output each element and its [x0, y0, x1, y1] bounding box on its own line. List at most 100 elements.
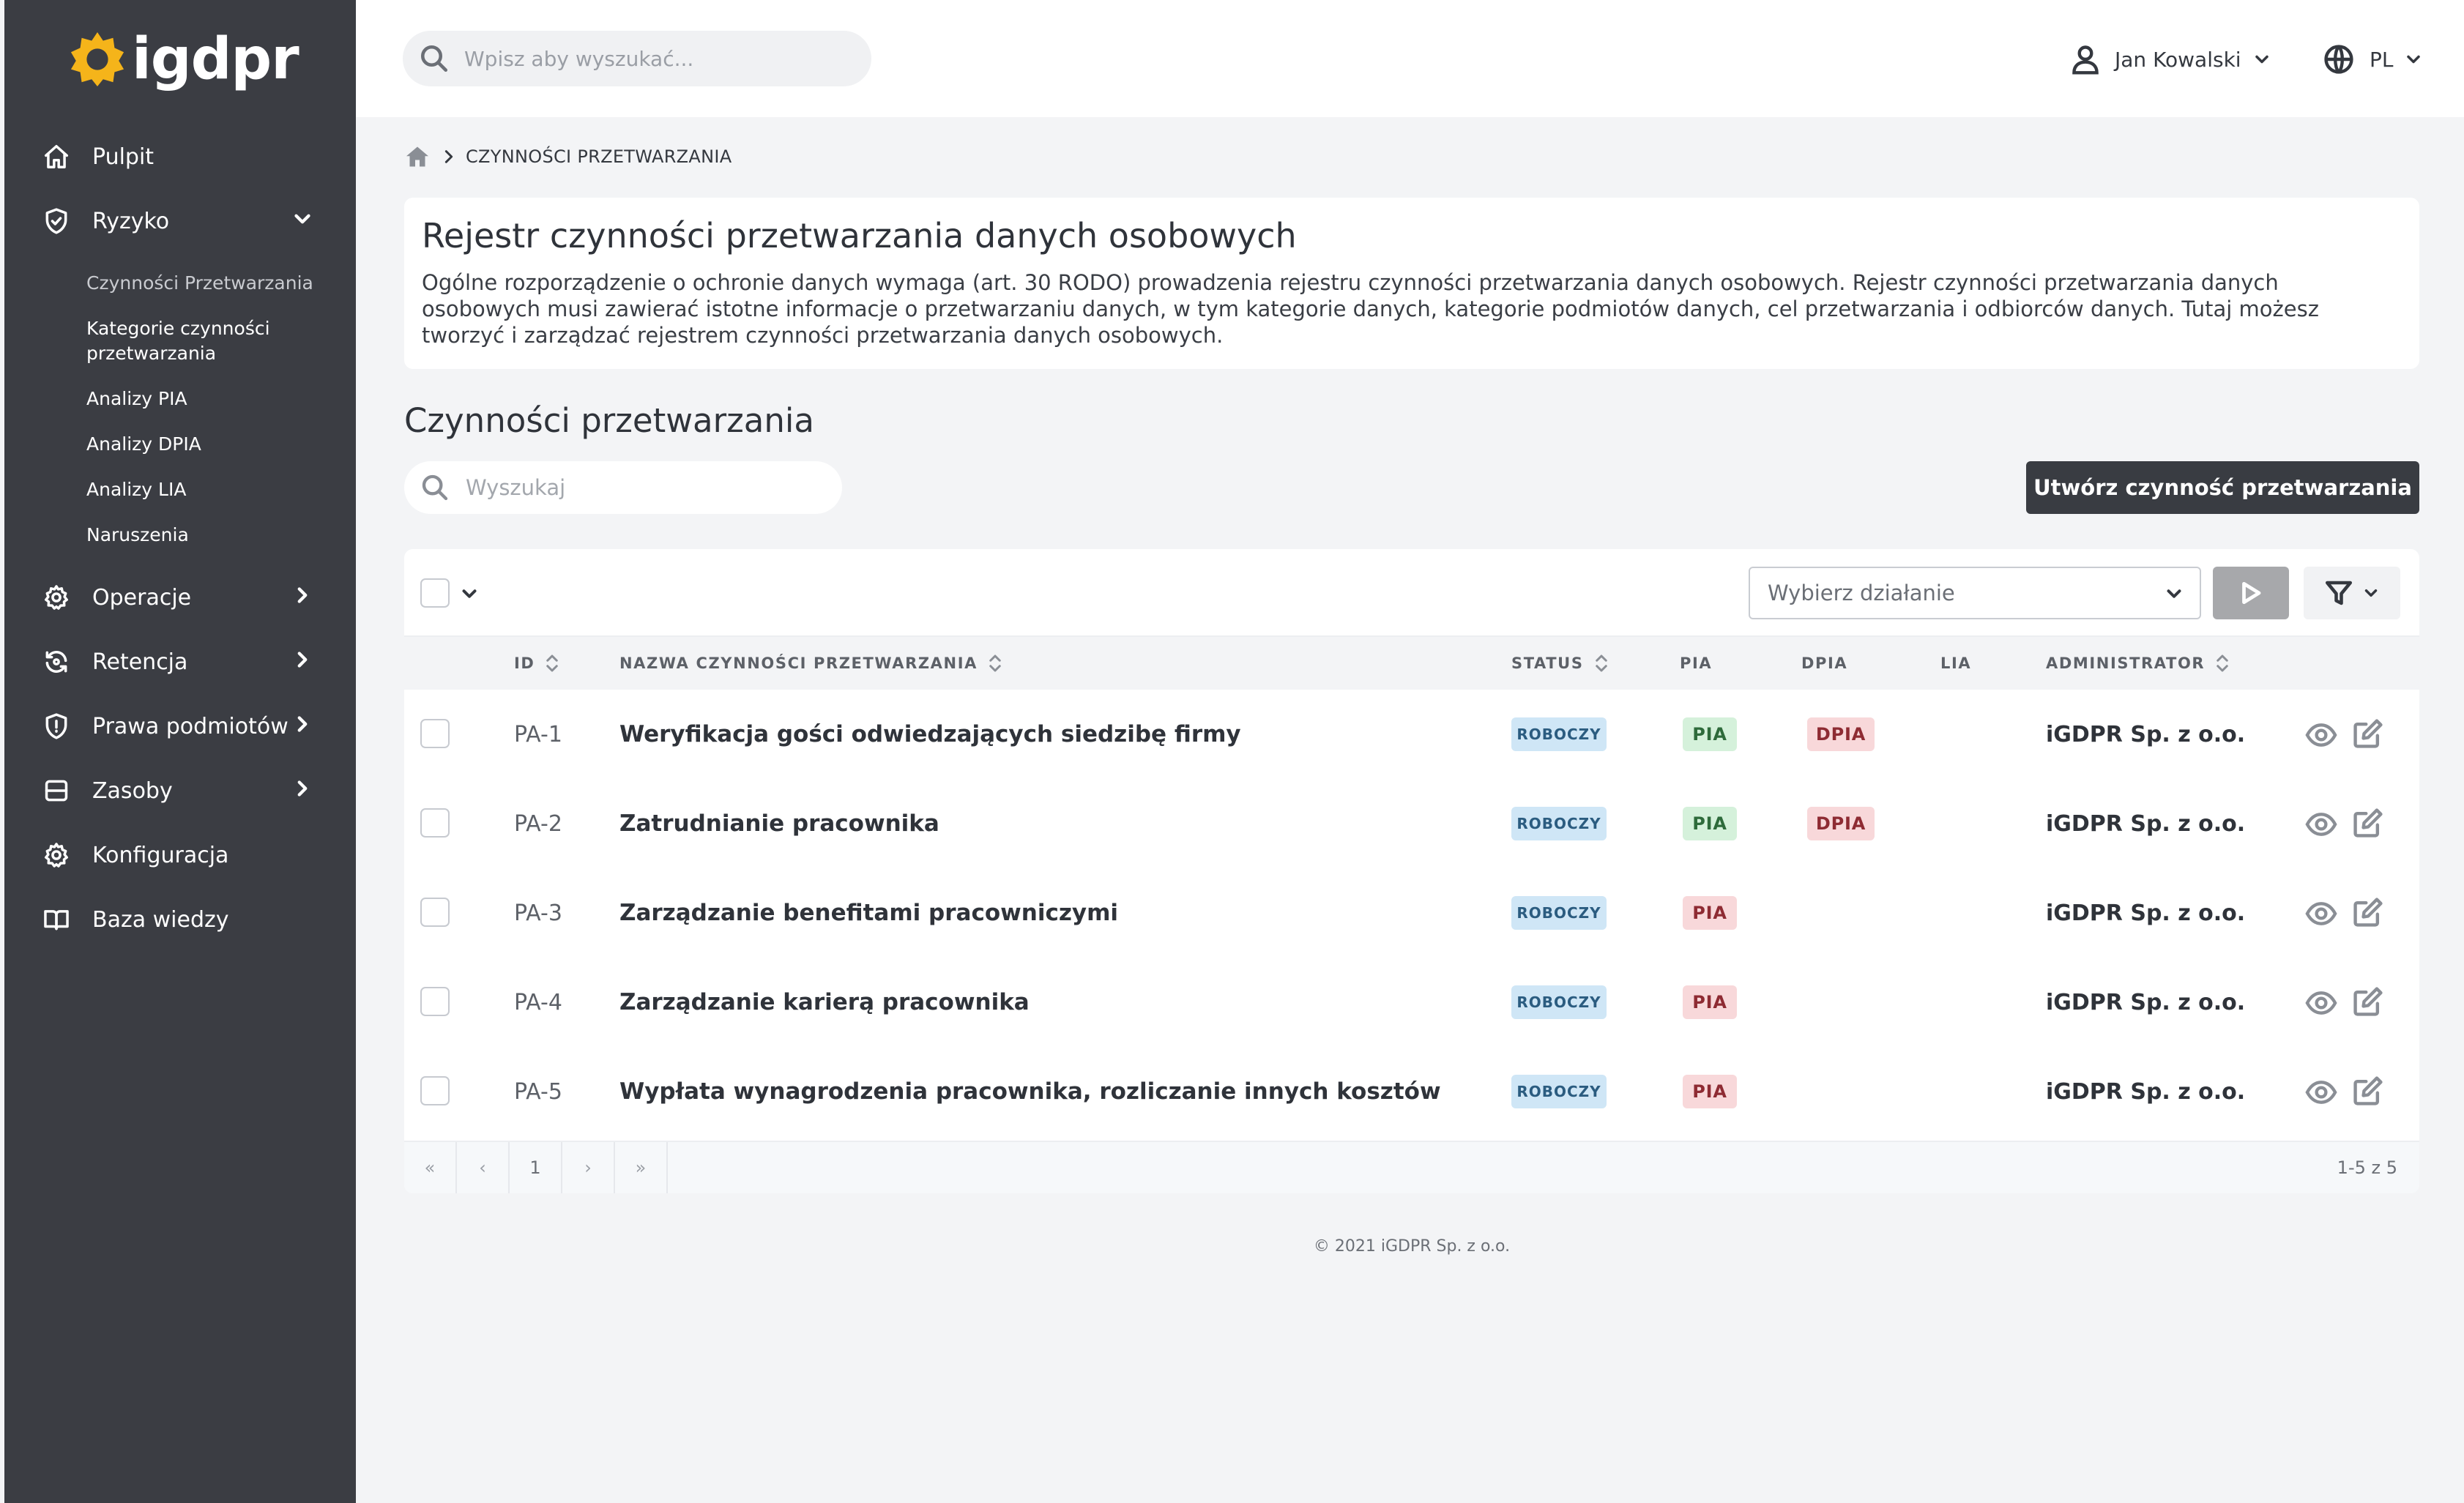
sidebar-item-zasoby[interactable]: Zasoby	[4, 758, 356, 823]
chevron-down-icon	[2407, 55, 2421, 64]
section-title: Czynności przetwarzania	[404, 401, 814, 440]
pagination-prev[interactable]: ‹	[457, 1142, 510, 1193]
chevron-right-icon[interactable]	[290, 583, 319, 612]
view-icon[interactable]	[2305, 988, 2337, 1018]
pia-badge[interactable]: PIA	[1683, 896, 1737, 930]
status-cell: ROBOCZY	[1511, 1047, 1607, 1136]
page-description: Ogólne rozporządzenie o ochronie danych …	[422, 270, 2319, 348]
user-icon	[2072, 45, 2099, 75]
chevron-down-icon[interactable]	[458, 583, 480, 605]
create-processing-activity-button[interactable]: Utwórz czynność przetwarzania	[2026, 461, 2419, 514]
pia-cell: PIA	[1683, 779, 1737, 868]
status-cell: ROBOCZY	[1511, 779, 1607, 868]
table-row[interactable]: PA-3 Zarządzanie benefitami pracowniczym…	[404, 868, 2419, 958]
column-header-administrator[interactable]: ADMINISTRATOR	[2046, 637, 2231, 690]
chevron-right-icon[interactable]	[290, 647, 319, 676]
chevron-down-icon[interactable]	[290, 206, 319, 236]
status-badge: ROBOCZY	[1511, 807, 1607, 840]
sidebar-subitem-naruszenia[interactable]: Naruszenia	[86, 512, 321, 558]
sidebar-item-prawa-podmiotow[interactable]: Prawa podmiotów	[4, 694, 356, 758]
sidebar-subitem-lia[interactable]: Analizy LIA	[86, 467, 321, 512]
pia-badge[interactable]: PIA	[1683, 717, 1737, 751]
column-header-id[interactable]: ID	[514, 637, 561, 690]
user-menu[interactable]: Jan Kowalski	[2069, 38, 2272, 81]
pia-cell: PIA	[1683, 1047, 1737, 1136]
sidebar-subitem-dpia[interactable]: Analizy DPIA	[86, 422, 321, 467]
pagination-page[interactable]: 1	[510, 1142, 562, 1193]
edit-icon[interactable]	[2352, 896, 2384, 928]
sidebar-item-baza-wiedzy[interactable]: Baza wiedzy	[4, 887, 356, 952]
user-name: Jan Kowalski	[2115, 47, 2241, 72]
sidebar-item-konfiguracja[interactable]: Konfiguracja	[4, 823, 356, 887]
row-name[interactable]: Zarządzanie karierą pracownika	[619, 958, 1030, 1047]
column-header-status[interactable]: STATUS	[1511, 637, 1610, 690]
chevron-right-icon[interactable]	[290, 712, 319, 741]
edit-icon[interactable]	[2352, 717, 2384, 750]
global-search-input[interactable]	[464, 46, 845, 71]
language-code: PL	[2370, 47, 2394, 72]
row-name[interactable]: Zatrudnianie pracownika	[619, 779, 939, 868]
row-name[interactable]: Weryfikacja gości odwiedzających siedzib…	[619, 690, 1241, 779]
filter-button[interactable]	[2304, 567, 2400, 619]
row-id: PA-4	[514, 989, 562, 1015]
row-name[interactable]: Zarządzanie benefitami pracowniczymi	[619, 868, 1118, 958]
sidebar-item-ryzyko[interactable]: Ryzyko	[4, 189, 356, 253]
row-checkbox[interactable]	[420, 987, 450, 1016]
view-icon[interactable]	[2305, 720, 2337, 750]
pia-badge[interactable]: PIA	[1683, 985, 1737, 1019]
pia-badge[interactable]: PIA	[1683, 1075, 1737, 1108]
pia-badge[interactable]: PIA	[1683, 807, 1737, 840]
row-checkbox[interactable]	[420, 1076, 450, 1105]
edit-icon[interactable]	[2352, 807, 2384, 839]
shield-icon	[41, 206, 72, 236]
home-icon	[41, 141, 72, 172]
sidebar-subnav-ryzyko: Czynności Przetwarzania Kategorie czynno…	[4, 253, 356, 565]
column-header-label: PIA	[1680, 654, 1713, 672]
sidebar-item-retencja[interactable]: Retencja	[4, 630, 356, 694]
dpia-badge[interactable]: DPIA	[1807, 717, 1875, 751]
pagination-first[interactable]: «	[404, 1142, 457, 1193]
row-name[interactable]: Wypłata wynagrodzenia pracownika, rozlic…	[619, 1047, 1441, 1136]
edit-icon[interactable]	[2352, 1075, 2384, 1107]
logo[interactable]: igdpr	[69, 26, 299, 92]
list-search-input[interactable]	[466, 475, 817, 500]
table-row[interactable]: PA-2 Zatrudnianie pracownika ROBOCZY PIA…	[404, 779, 2419, 868]
row-checkbox[interactable]	[420, 719, 450, 748]
sidebar-item-label: Operacje	[92, 584, 192, 611]
row-checkbox[interactable]	[420, 898, 450, 927]
chevron-right-icon	[444, 150, 453, 163]
view-icon[interactable]	[2305, 899, 2337, 928]
table-row[interactable]: PA-5 Wypłata wynagrodzenia pracownika, r…	[404, 1047, 2419, 1136]
table-row[interactable]: PA-1 Weryfikacja gości odwiedzających si…	[404, 690, 2419, 779]
global-search[interactable]	[403, 31, 871, 86]
sidebar-subitem-kategorie[interactable]: Kategorie czynności przetwarzania	[86, 306, 321, 376]
edit-icon[interactable]	[2352, 985, 2384, 1018]
sidebar-subitem-czynnosci[interactable]: Czynności Przetwarzania	[86, 261, 321, 306]
view-icon[interactable]	[2305, 1078, 2337, 1107]
settings-icon	[41, 840, 72, 870]
sidebar-subitem-pia[interactable]: Analizy PIA	[86, 376, 321, 422]
list-search[interactable]	[404, 461, 842, 514]
bulk-action-select[interactable]: Wybierz działanie	[1749, 567, 2201, 619]
sidebar-item-label: Retencja	[92, 649, 188, 675]
chevron-right-icon[interactable]	[290, 776, 319, 805]
language-menu[interactable]: PL	[2323, 38, 2424, 81]
view-icon[interactable]	[2305, 810, 2337, 839]
sidebar-item-operacje[interactable]: Operacje	[4, 565, 356, 630]
sort-icon	[546, 654, 559, 672]
column-header-dpia: DPIA	[1801, 637, 1847, 690]
sidebar-item-pulpit[interactable]: Pulpit	[4, 124, 356, 189]
sidebar-item-label: Ryzyko	[92, 208, 170, 234]
home-icon[interactable]	[404, 143, 431, 170]
table-row[interactable]: PA-4 Zarządzanie karierą pracownika ROBO…	[404, 958, 2419, 1047]
column-header-label: LIA	[1940, 654, 1972, 672]
column-header-name[interactable]: NAZWA CZYNNOŚCI PRZETWARZANIA	[619, 637, 1004, 690]
select-all-checkbox[interactable]	[420, 578, 450, 608]
pagination-next[interactable]: ›	[562, 1142, 615, 1193]
row-checkbox[interactable]	[420, 808, 450, 838]
dpia-badge[interactable]: DPIA	[1807, 807, 1875, 840]
run-action-button[interactable]	[2213, 567, 2289, 619]
pagination-last[interactable]: »	[615, 1142, 668, 1193]
column-header-label: ADMINISTRATOR	[2046, 654, 2206, 672]
row-administrator: iGDPR Sp. z o.o.	[2046, 989, 2246, 1015]
